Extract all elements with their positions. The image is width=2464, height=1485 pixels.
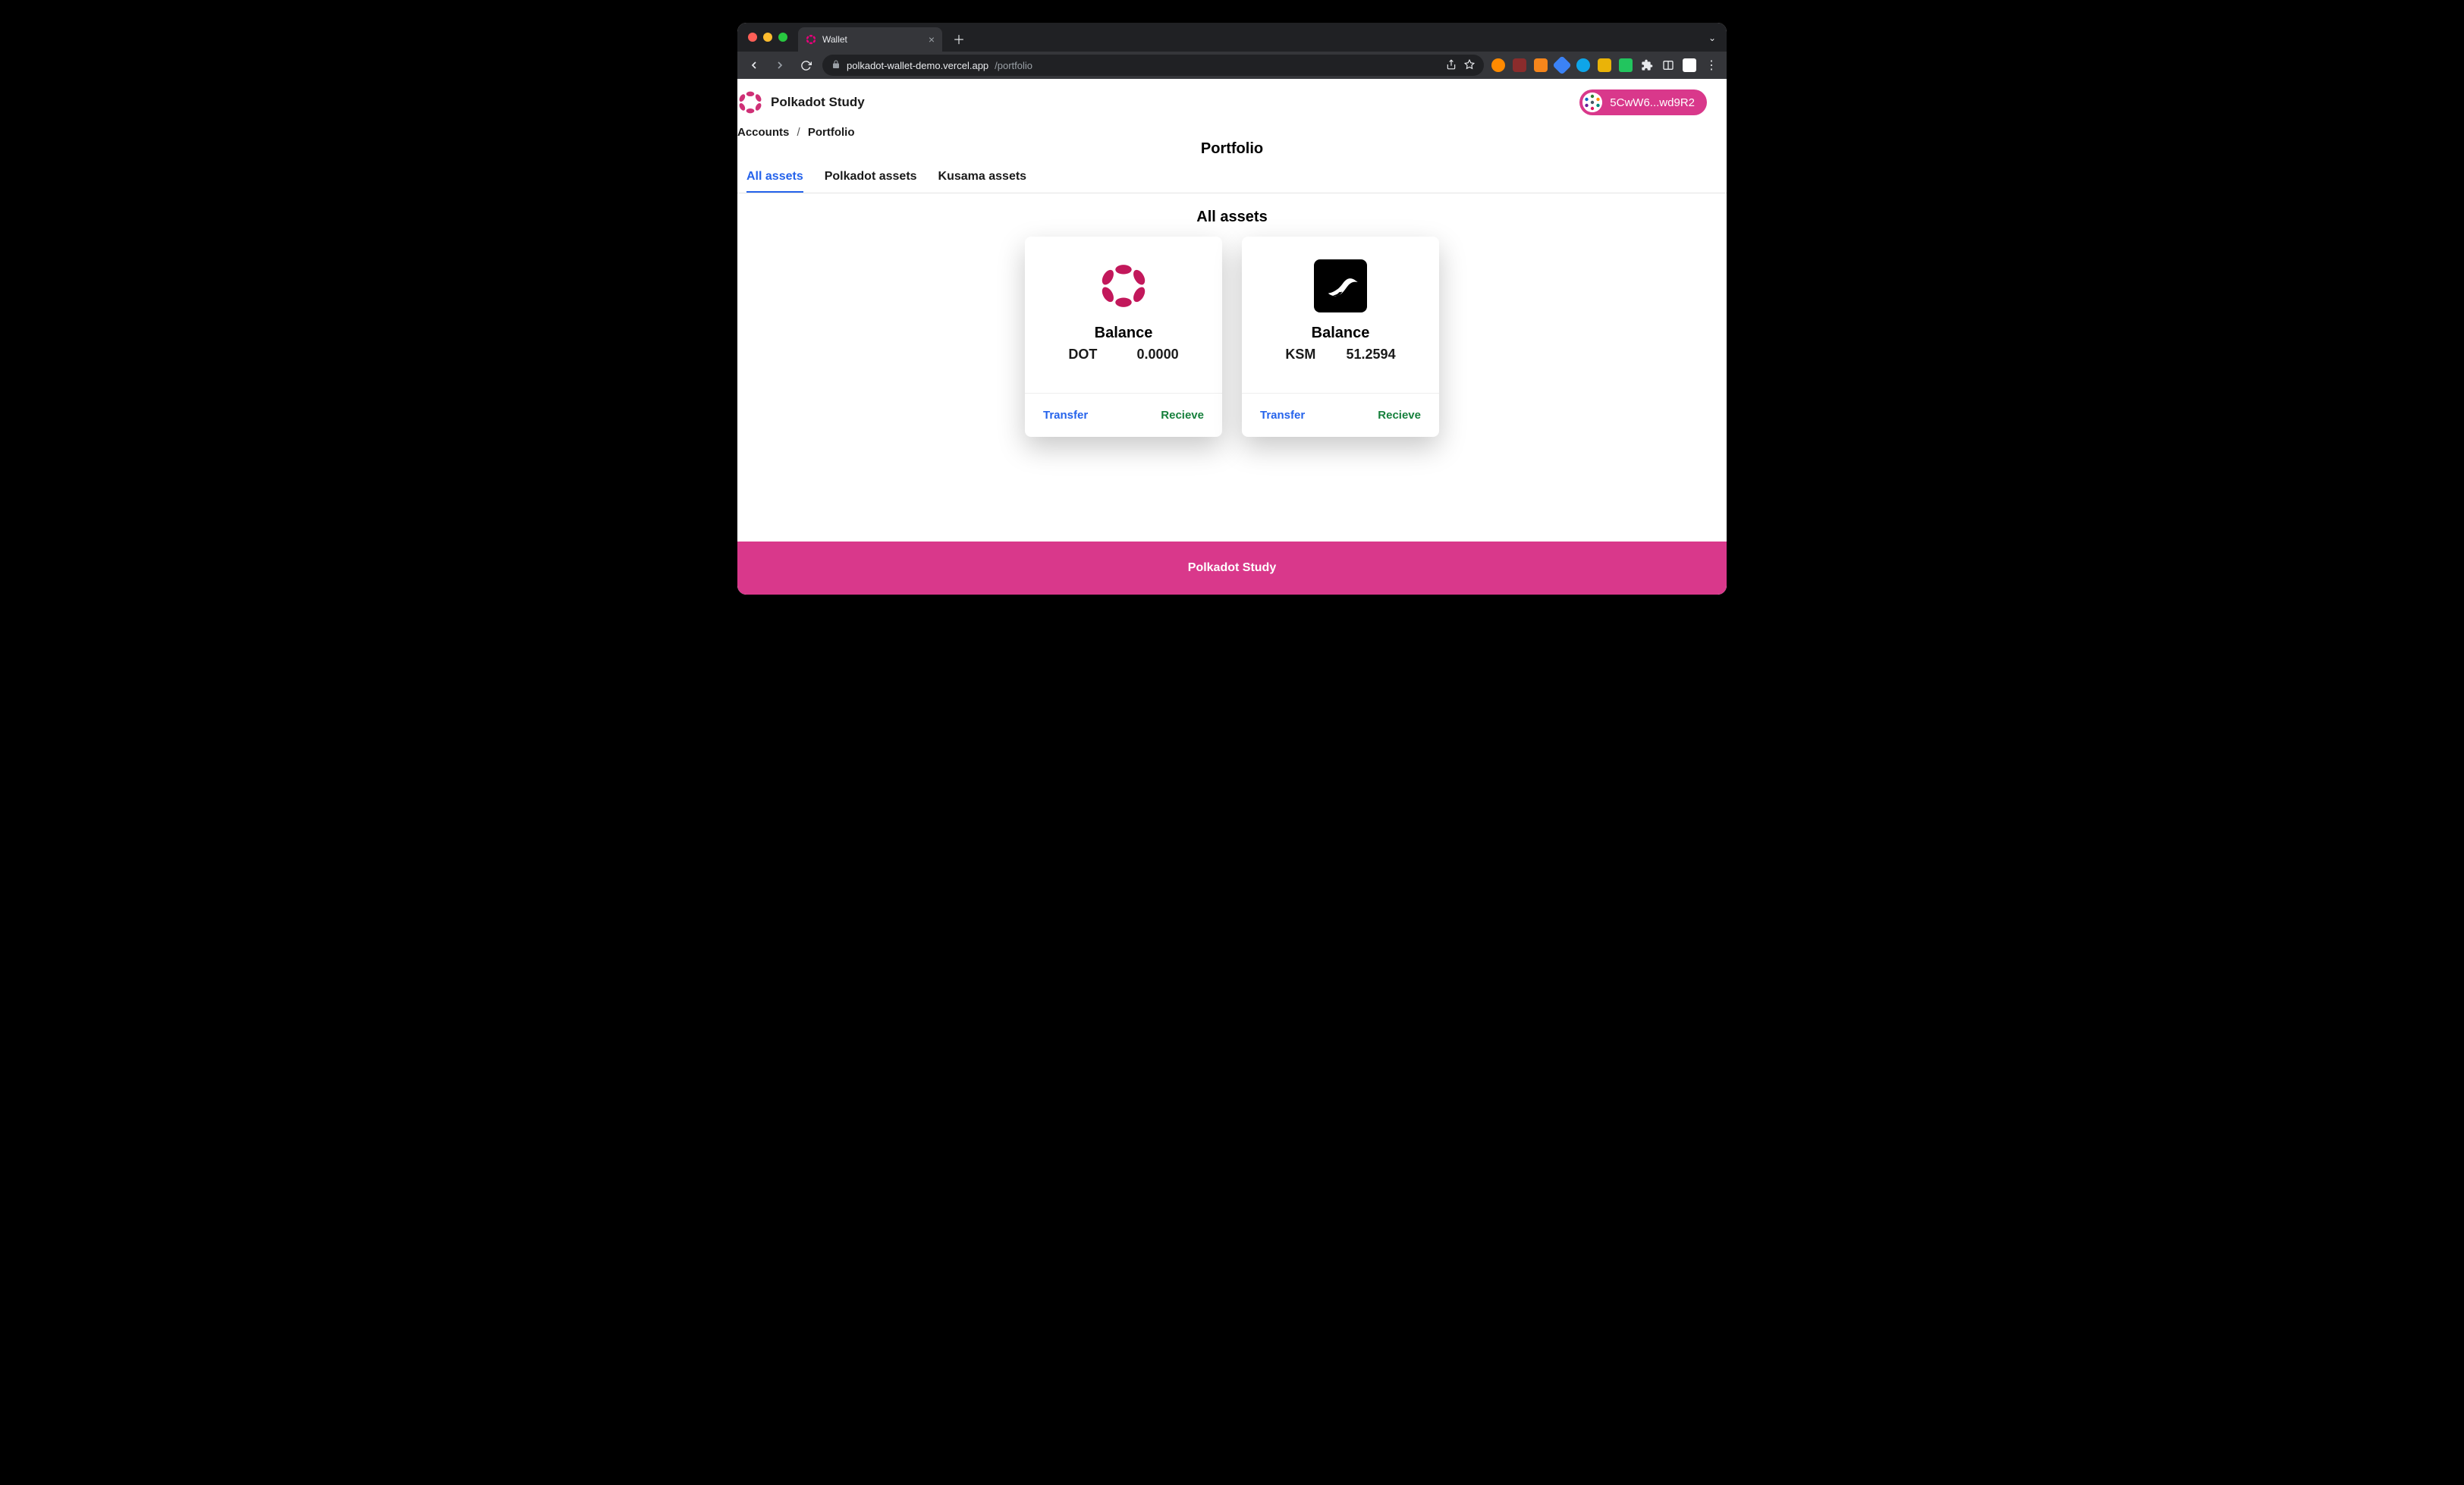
asset-card-actions: Transfer Recieve: [1242, 393, 1439, 437]
balance-row: DOT 0.0000: [1068, 347, 1178, 363]
asset-card-ksm: Balance KSM 51.2594 Transfer Recieve: [1242, 237, 1439, 437]
asset-card-body: Balance DOT 0.0000: [1025, 237, 1222, 393]
asset-card-body: Balance KSM 51.2594: [1242, 237, 1439, 393]
balance-row: KSM 51.2594: [1285, 347, 1395, 363]
transfer-button[interactable]: Transfer: [1043, 409, 1088, 422]
browser-titlebar: Wallet × ＋ ⌄: [737, 23, 1727, 52]
section-title: All assets: [737, 209, 1727, 226]
extension-icon[interactable]: [1619, 58, 1633, 72]
window-maximize-button[interactable]: [778, 33, 787, 42]
extension-icon[interactable]: [1576, 58, 1590, 72]
reload-button[interactable]: [797, 56, 815, 74]
asset-balance: 0.0000: [1137, 347, 1179, 363]
bookmark-star-icon[interactable]: [1464, 59, 1475, 72]
asset-card-actions: Transfer Recieve: [1025, 393, 1222, 437]
account-button[interactable]: 5CwW6...wd9R2: [1579, 89, 1707, 115]
extension-icon[interactable]: [1598, 58, 1611, 72]
lock-icon: [831, 60, 841, 71]
page-title: Portfolio: [737, 140, 1727, 158]
page-viewport: Polkadot Study: [737, 79, 1727, 595]
extension-icon[interactable]: [1534, 58, 1548, 72]
url-path: /portfolio: [995, 60, 1032, 71]
polkadot-logo-icon: [1097, 259, 1150, 312]
browser-toolbar: polkadot-wallet-demo.vercel.app/portfoli…: [737, 52, 1727, 79]
transfer-button[interactable]: Transfer: [1260, 409, 1305, 422]
balance-label: Balance: [1312, 325, 1370, 342]
asset-card-dot: Balance DOT 0.0000 Transfer Recieve: [1025, 237, 1222, 437]
extension-icon[interactable]: [1513, 58, 1526, 72]
kusama-logo-icon: [1314, 259, 1367, 312]
extensions-puzzle-icon[interactable]: [1640, 58, 1654, 72]
receive-button[interactable]: Recieve: [1378, 409, 1421, 422]
breadcrumb: Accounts / Portfolio: [737, 123, 1727, 139]
forward-button[interactable]: [771, 56, 789, 74]
window-minimize-button[interactable]: [763, 33, 772, 42]
extension-icon[interactable]: [1661, 58, 1675, 72]
asset-symbol: DOT: [1068, 347, 1097, 363]
window-controls: [748, 33, 787, 42]
breadcrumb-current: Portfolio: [808, 126, 855, 139]
browser-extensions: [1491, 58, 1696, 72]
address-bar[interactable]: polkadot-wallet-demo.vercel.app/portfoli…: [822, 55, 1484, 76]
tab-favicon-icon: [806, 34, 816, 45]
profile-avatar-icon[interactable]: [1683, 58, 1696, 72]
tab-all-assets[interactable]: All assets: [746, 162, 803, 193]
asset-tabs: All assets Polkadot assets Kusama assets: [737, 162, 1727, 193]
breadcrumb-separator: /: [797, 126, 800, 139]
window-close-button[interactable]: [748, 33, 757, 42]
extension-icon[interactable]: [1552, 55, 1571, 74]
asset-cards: Balance DOT 0.0000 Transfer Recieve: [737, 237, 1727, 467]
back-button[interactable]: [745, 56, 763, 74]
address-bar-actions: [1446, 59, 1475, 72]
balance-label: Balance: [1095, 325, 1153, 342]
tab-polkadot-assets[interactable]: Polkadot assets: [825, 162, 917, 193]
share-icon[interactable]: [1446, 59, 1457, 72]
breadcrumb-root[interactable]: Accounts: [737, 126, 789, 139]
stage: Wallet × ＋ ⌄ polkadot-wallet-demo.vercel…: [701, 0, 1763, 640]
app-header: Polkadot Study: [737, 79, 1727, 123]
account-identicon-icon: [1582, 93, 1602, 112]
browser-menu-button[interactable]: ⋮: [1704, 58, 1719, 73]
tab-kusama-assets[interactable]: Kusama assets: [938, 162, 1027, 193]
tab-close-button[interactable]: ×: [929, 34, 935, 45]
browser-tab[interactable]: Wallet ×: [798, 27, 942, 52]
app-footer: Polkadot Study: [737, 542, 1727, 595]
asset-balance: 51.2594: [1347, 347, 1396, 363]
brand[interactable]: Polkadot Study: [737, 89, 865, 115]
new-tab-button[interactable]: ＋: [948, 28, 970, 49]
footer-text: Polkadot Study: [1188, 561, 1276, 574]
receive-button[interactable]: Recieve: [1161, 409, 1204, 422]
browser-window: Wallet × ＋ ⌄ polkadot-wallet-demo.vercel…: [737, 23, 1727, 595]
polkadot-logo-icon: [737, 89, 763, 115]
account-address: 5CwW6...wd9R2: [1610, 96, 1695, 109]
url-host: polkadot-wallet-demo.vercel.app: [847, 60, 988, 71]
tabs-overflow-button[interactable]: ⌄: [1708, 33, 1716, 43]
asset-symbol: KSM: [1285, 347, 1315, 363]
tab-title: Wallet: [822, 34, 847, 45]
extension-icon[interactable]: [1491, 58, 1505, 72]
brand-name: Polkadot Study: [771, 95, 865, 110]
